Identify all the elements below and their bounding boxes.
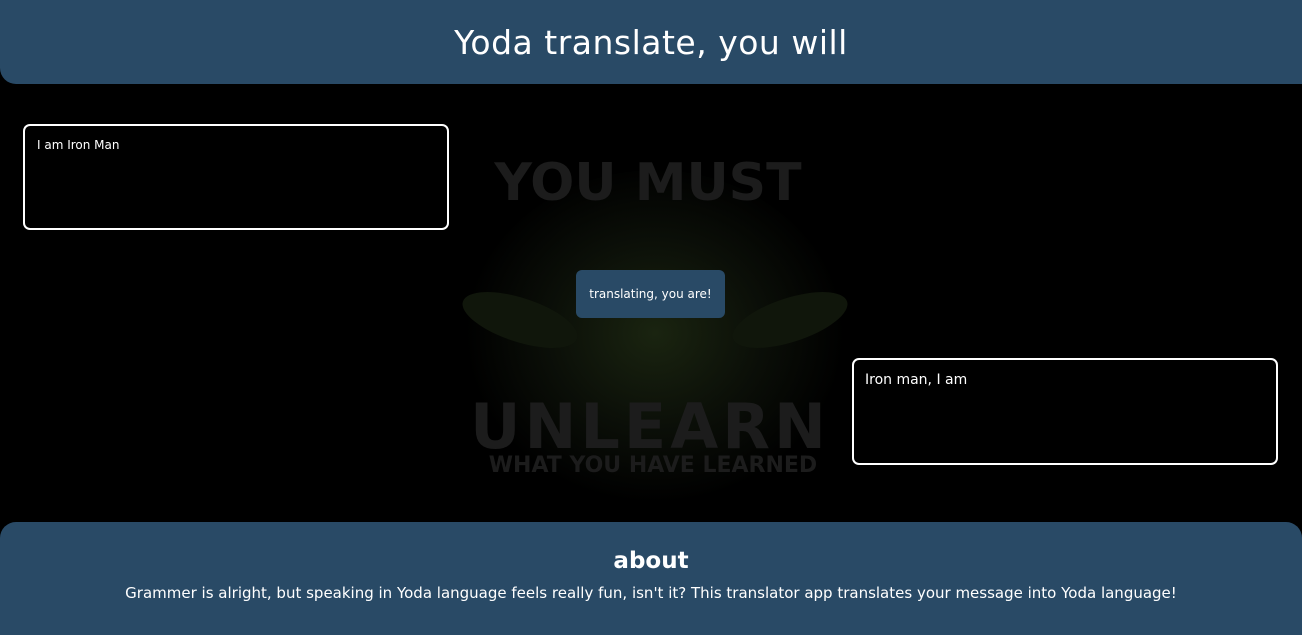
about-description: Grammer is alright, but speaking in Yoda… [125, 584, 1177, 602]
bg-text-what-you-have-learned: WHAT YOU HAVE LEARNED [489, 453, 817, 478]
app-header: Yoda translate, you will [0, 0, 1302, 84]
page-title: Yoda translate, you will [454, 22, 848, 62]
translate-button-label: translating, you are! [589, 287, 712, 301]
about-heading: about [613, 548, 689, 574]
translation-input[interactable] [23, 124, 449, 230]
about-section: about Grammer is alright, but speaking i… [0, 522, 1302, 635]
bg-text-you-must: YOU MUST [493, 153, 802, 213]
translation-output-text: Iron man, I am [865, 372, 968, 388]
yoda-background-image: YOU MUST UNLEARN WHAT YOU HAVE LEARNED [460, 130, 850, 512]
translate-button[interactable]: translating, you are! [576, 270, 725, 318]
translation-output: Iron man, I am [852, 358, 1278, 465]
